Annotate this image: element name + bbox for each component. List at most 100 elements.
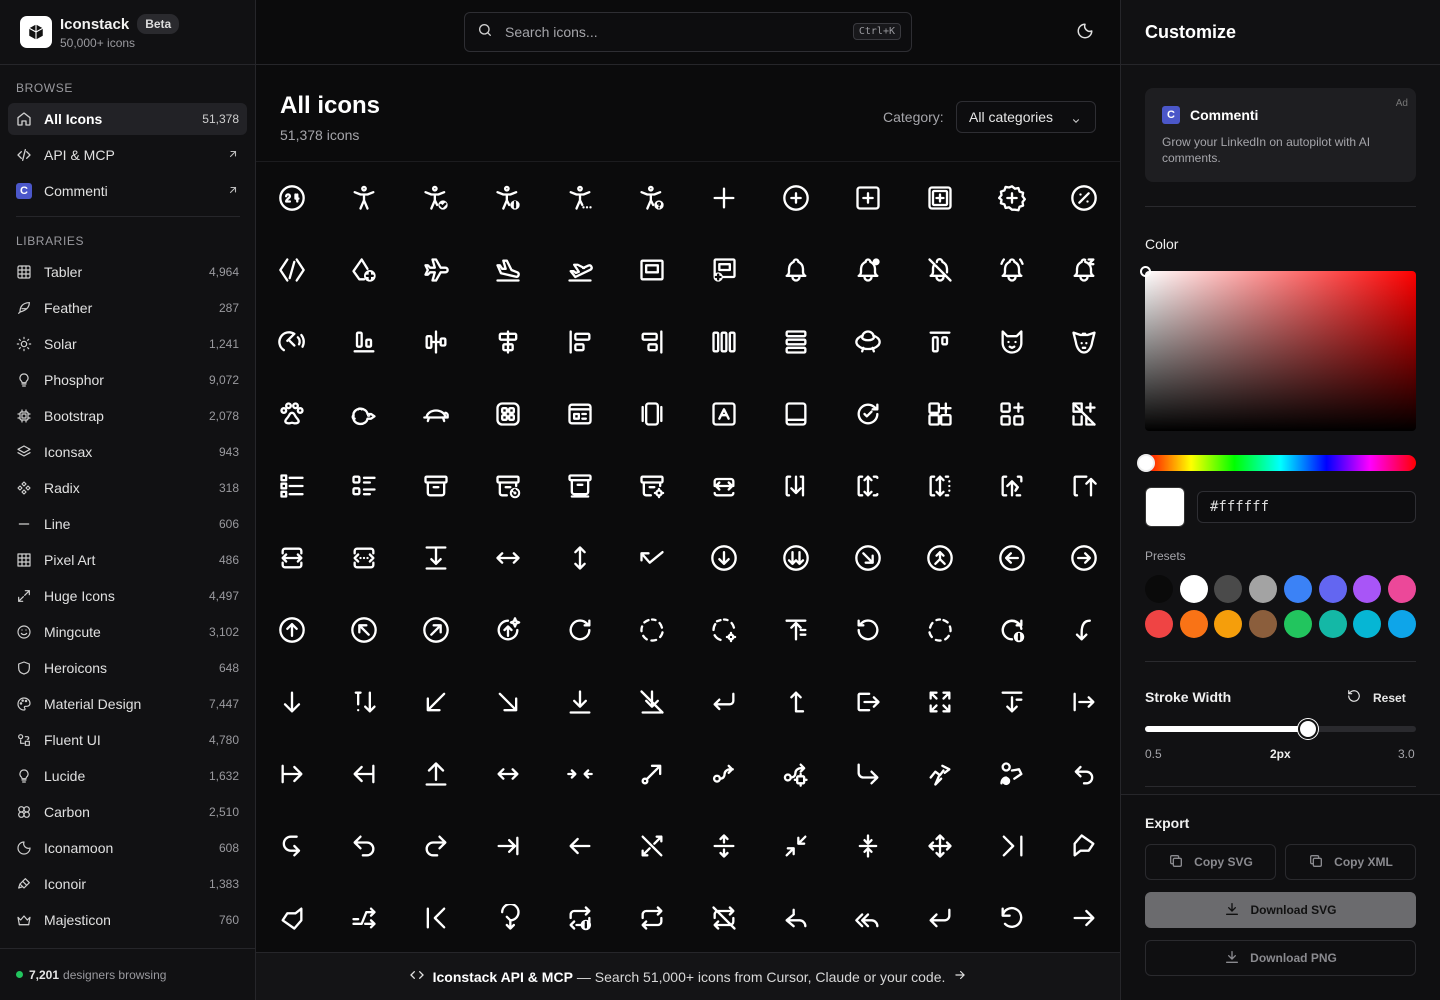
sponsored-ad[interactable]: Ad C Commenti Grow your LinkedIn on autop… [1145, 88, 1416, 182]
arrow-curve-back-icon[interactable] [256, 810, 328, 882]
circle-plus-icon[interactable] [760, 162, 832, 234]
arrow-bar-download-icon[interactable] [544, 666, 616, 738]
sidebar-item-huge-icons[interactable]: Huge Icons 4,497 [8, 580, 247, 612]
preset-swatch[interactable] [1353, 610, 1382, 638]
accessible-dots-icon[interactable] [544, 162, 616, 234]
arrow-bar-right-icon[interactable] [256, 738, 328, 810]
layout-grid-add-icon[interactable] [976, 378, 1048, 450]
accessible-check-icon[interactable] [400, 162, 472, 234]
theme-toggle-moon-icon[interactable] [1076, 22, 1094, 45]
rotate-ccw-icon[interactable] [832, 594, 904, 666]
redo-icon[interactable] [400, 810, 472, 882]
layout-grid-off-icon[interactable] [1048, 378, 1120, 450]
archive-stack-icon[interactable] [544, 450, 616, 522]
arrow-down-icon[interactable] [256, 666, 328, 738]
dashed-circle-alt-icon[interactable] [904, 594, 976, 666]
sidebar-item-fluent-ui[interactable]: Fluent UI 4,780 [8, 724, 247, 756]
align-box-center-icon[interactable] [472, 306, 544, 378]
sidebar-item-iconamoon[interactable]: Iconamoon 608 [8, 832, 247, 864]
arrow-down-left-icon[interactable] [400, 666, 472, 738]
apps-grid-icon[interactable] [472, 378, 544, 450]
align-right-icon[interactable] [616, 306, 688, 378]
plane-arrival-icon[interactable] [472, 234, 544, 306]
refresh-info-icon[interactable] [976, 594, 1048, 666]
saturation-value-picker[interactable] [1140, 266, 1416, 431]
sidebar-item-mingcute[interactable]: Mingcute 3,102 [8, 616, 247, 648]
plane-departure-icon[interactable] [544, 234, 616, 306]
arrows-vertical-center-icon[interactable] [688, 810, 760, 882]
list-icon[interactable] [256, 450, 328, 522]
plus-icon[interactable] [688, 162, 760, 234]
sidebar-item-pixel-art[interactable]: Pixel Art 486 [8, 544, 247, 576]
arrow-return-icon[interactable] [688, 666, 760, 738]
circle-arrow-up-left-icon[interactable] [328, 594, 400, 666]
copy-svg-button[interactable]: Copy SVG [1145, 844, 1276, 880]
paw-icon[interactable] [256, 378, 328, 450]
clock-24-icon[interactable] [256, 162, 328, 234]
arrows-up-down-icon[interactable] [544, 522, 616, 594]
shapes-plus-icon[interactable] [328, 234, 400, 306]
arrows-move-icon[interactable] [904, 810, 976, 882]
archive-icon[interactable] [400, 450, 472, 522]
preset-swatch[interactable] [1283, 610, 1312, 638]
hue-slider[interactable] [1137, 454, 1416, 472]
hex-input[interactable] [1197, 491, 1416, 523]
arrow-up-right-circle-icon[interactable] [616, 738, 688, 810]
sidebar-item-bootstrap[interactable]: Bootstrap 2,078 [8, 400, 247, 432]
sidebar-item-feather[interactable]: Feather 287 [8, 292, 247, 324]
archive-settings-icon[interactable] [616, 450, 688, 522]
accessible-icon[interactable] [328, 162, 400, 234]
reset-button[interactable]: Reset [1347, 689, 1406, 706]
search-input[interactable] [505, 24, 835, 40]
arrows-dots-box-icon[interactable] [328, 522, 400, 594]
preset-swatch[interactable] [1214, 610, 1243, 638]
bell-zzz-icon[interactable] [1048, 234, 1120, 306]
align-left-icon[interactable] [544, 306, 616, 378]
circle-double-down-icon[interactable] [760, 522, 832, 594]
reply-all-icon[interactable] [832, 882, 904, 952]
rotate-cw-icon[interactable] [544, 594, 616, 666]
dashed-circle-icon[interactable] [616, 594, 688, 666]
arrow-left-icon[interactable] [544, 810, 616, 882]
square-plus-icon[interactable] [832, 162, 904, 234]
arrow-bounce-icon[interactable] [616, 522, 688, 594]
circle-arrow-up-icon[interactable] [256, 594, 328, 666]
bell-dot-icon[interactable] [832, 234, 904, 306]
arrow-down-right-icon[interactable] [472, 666, 544, 738]
circle-sparkle-icon[interactable] [472, 594, 544, 666]
rotate-back-icon[interactable] [976, 882, 1048, 952]
arrow-skip-bar-icon[interactable] [976, 810, 1048, 882]
arrow-enter-icon[interactable] [904, 882, 976, 952]
download-png-button[interactable]: Download PNG [1145, 940, 1416, 976]
align-top-icon[interactable] [904, 306, 976, 378]
repeat-off-icon[interactable] [688, 882, 760, 952]
reply-icon[interactable] [760, 882, 832, 952]
dog-icon[interactable] [1048, 306, 1120, 378]
sidebar-item-radix[interactable]: Radix 318 [8, 472, 247, 504]
arrows-merge-vertical-icon[interactable] [832, 810, 904, 882]
list-details-icon[interactable] [328, 450, 400, 522]
sidebar-item-line[interactable]: Line 606 [8, 508, 247, 540]
circle-arrow-left-icon[interactable] [976, 522, 1048, 594]
align-center-icon[interactable] [400, 306, 472, 378]
preset-swatch[interactable] [1179, 610, 1208, 638]
preset-swatch[interactable] [1145, 610, 1173, 638]
circle-arrow-down-right-icon[interactable] [832, 522, 904, 594]
preset-swatch[interactable] [1145, 575, 1173, 603]
arrows-cross-icon[interactable] [328, 882, 400, 952]
arrow-forward-icon[interactable] [832, 738, 904, 810]
sidebar-item-solar[interactable]: Solar 1,241 [8, 328, 247, 360]
preset-swatch[interactable] [1214, 575, 1243, 603]
arrows-left-right-icon[interactable] [472, 522, 544, 594]
sort-exclamation-icon[interactable] [328, 666, 400, 738]
dashed-refresh-settings-icon[interactable] [688, 594, 760, 666]
sidebar-item-carbon[interactable]: Carbon 2,510 [8, 796, 247, 828]
copy-xml-button[interactable]: Copy XML [1285, 844, 1416, 880]
app-store-icon[interactable] [688, 378, 760, 450]
sidebar-item-commenti[interactable]: C Commenti [8, 175, 247, 207]
route-settings-icon[interactable] [760, 738, 832, 810]
accessible-info-icon[interactable] [472, 162, 544, 234]
brand[interactable]: Iconstack Beta 50,000+ icons [0, 0, 255, 65]
ufo-icon[interactable] [832, 306, 904, 378]
panel-plus-icon[interactable] [688, 234, 760, 306]
